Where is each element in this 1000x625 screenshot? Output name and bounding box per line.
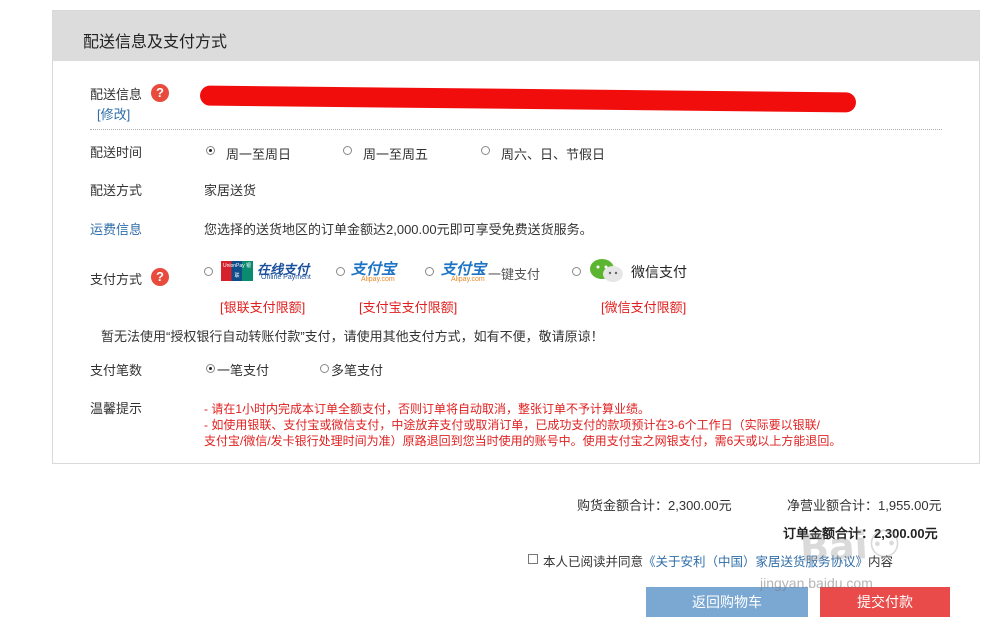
wechat-icon	[590, 259, 623, 282]
shipping-fee-link[interactable]: 运费信息	[90, 219, 142, 238]
wechat-limit-link[interactable]: [微信支付限额]	[601, 297, 686, 316]
payment-count-label: 支付笔数	[90, 363, 143, 378]
delivery-time-radio-2[interactable]	[343, 146, 352, 155]
delivery-time-radio-3[interactable]	[481, 146, 490, 155]
goods-total: 购货金额合计：2,300.00元	[577, 498, 732, 513]
wechat-pay-logo[interactable]: 微信支付	[589, 257, 699, 285]
panel-header: 配送信息及支付方式	[53, 11, 979, 61]
payment-count-option-1[interactable]: 一笔支付	[217, 360, 269, 379]
delivery-time-label: 配送时间	[90, 145, 143, 160]
tips-line-2: - 如使用银联、支付宝或微信支付，中途放弃支付或取消订单，已成功支付的款项预计在…	[204, 418, 821, 432]
one-click-pay-text: 一键支付	[488, 267, 541, 282]
delivery-method-label: 配送方式	[90, 183, 143, 198]
tips-line-3: 支付宝/微信/发卡银行处理时间为准）原路退回到您当时使用的账号中。使用支付宝之网…	[204, 434, 842, 448]
delivery-time-radio-1[interactable]	[206, 146, 215, 155]
agreement-checkbox[interactable]	[528, 554, 538, 564]
payment-count-option-2[interactable]: 多笔支付	[331, 360, 383, 379]
tips-label: 温馨提示	[90, 401, 143, 416]
unionpay-logo-sub: Online Payment	[261, 274, 311, 281]
help-icon[interactable]: ?	[151, 268, 169, 286]
back-to-cart-button[interactable]: 返回购物车	[646, 587, 808, 617]
agreement-text: 本人已阅读并同意	[543, 555, 644, 569]
unionpay-badge: UnionPay 银联	[221, 261, 253, 281]
payment-radio-unionpay[interactable]	[204, 267, 213, 276]
payment-radio-wechat[interactable]	[572, 267, 581, 276]
tips-line-1: - 请在1小时内完成本订单全额支付，否则订单将自动取消，整张订单不予计算业绩。	[204, 402, 651, 416]
divider	[90, 129, 942, 130]
payment-notice: 暂无法使用“授权银行自动转账付款”支付，请使用其他支付方式，如有不便，敬请原谅！	[101, 329, 604, 344]
baidu-logo-watermark: Bai⚇	[798, 521, 903, 571]
delivery-time-option-3[interactable]: 周六、日、节假日	[501, 144, 605, 163]
alipay-oneclick-logo[interactable]: 支付宝 Alipay.com	[441, 258, 493, 286]
payment-count-radio-2[interactable]	[320, 364, 329, 373]
payment-radio-alipay[interactable]	[336, 267, 345, 276]
redacted-address	[199, 85, 857, 113]
delivery-payment-panel: 配送信息及支付方式 配送信息 ? [修改] 配送时间 周一至周日 周一至周五 周…	[52, 10, 980, 464]
panel-title: 配送信息及支付方式	[83, 34, 228, 51]
submit-payment-button[interactable]: 提交付款	[820, 587, 950, 617]
alipay-logo-sub: Alipay.com	[361, 276, 395, 283]
unionpay-limit-link[interactable]: [银联支付限额]	[220, 297, 305, 316]
unionpay-online-logo[interactable]: UnionPay 银联 在线支付 Online Payment	[221, 259, 311, 285]
payment-method-label: 支付方式	[90, 272, 143, 287]
payment-radio-alipay-oneclick[interactable]	[425, 267, 434, 276]
delivery-info-label: 配送信息	[90, 87, 143, 102]
help-icon[interactable]: ?	[151, 84, 169, 102]
delivery-time-option-2[interactable]: 周一至周五	[363, 144, 428, 163]
alipay-logo[interactable]: 支付宝 Alipay.com	[351, 258, 403, 286]
payment-count-radio-1[interactable]	[206, 364, 215, 373]
shipping-fee-text: 您选择的送货地区的订单金额达2,000.00元即可享受免费送货服务。	[204, 222, 593, 237]
watermark-url: jingyan.baidu.com	[760, 575, 873, 591]
edit-address-link[interactable]: [修改]	[97, 104, 130, 123]
delivery-method-value: 家居送货	[204, 183, 257, 198]
delivery-time-option-1[interactable]: 周一至周日	[226, 144, 291, 163]
alipay-oneclick-logo-sub: Alipay.com	[451, 276, 485, 283]
alipay-limit-link[interactable]: [支付宝支付限额]	[359, 297, 457, 316]
net-sales-total: 净营业额合计：1,955.00元	[787, 498, 942, 513]
wechat-pay-text: 微信支付	[631, 264, 687, 280]
